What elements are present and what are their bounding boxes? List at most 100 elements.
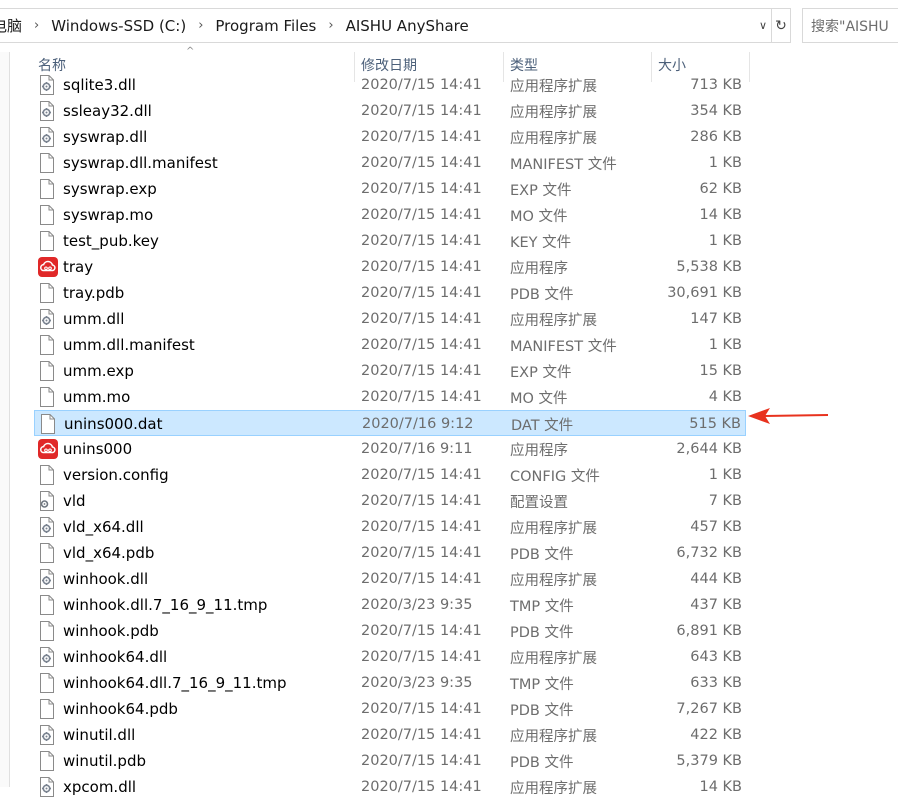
table-row[interactable]: vld_x64.dll 2020/7/15 14:41 应用程序扩展 457 KB — [34, 514, 746, 540]
file-date: 2020/7/15 14:41 — [361, 129, 482, 145]
table-row[interactable]: ssleay32.dll 2020/7/15 14:41 应用程序扩展 354 KB — [34, 98, 746, 124]
file-type: 应用程序扩展 — [510, 104, 597, 121]
table-row[interactable]: syswrap.mo 2020/7/15 14:41 MO 文件 14 KB — [34, 202, 746, 228]
file-type: PDB 文件 — [510, 702, 574, 719]
table-row[interactable]: umm.exp 2020/7/15 14:41 EXP 文件 15 KB — [34, 358, 746, 384]
file-name-cell[interactable]: test_pub.key — [38, 228, 159, 254]
table-row-selected[interactable]: unins000.dat 2020/7/16 9:12 DAT 文件 515 KB — [34, 410, 746, 436]
file-type: EXP 文件 — [510, 364, 572, 381]
file-type: 应用程序扩展 — [510, 520, 597, 537]
address-bar[interactable]: 电脑 › Windows-SSD (C:) › Program Files › … — [0, 8, 791, 43]
file-name-cell[interactable]: vld — [38, 488, 86, 514]
file-date: 2020/7/15 14:41 — [361, 337, 482, 353]
refresh-icon[interactable]: ↻ — [771, 9, 790, 42]
column-divider[interactable] — [749, 52, 750, 82]
file-name-cell[interactable]: winhook.dll.7_16_9_11.tmp — [38, 592, 267, 618]
file-date: 2020/7/15 14:41 — [361, 77, 482, 93]
file-name-cell[interactable]: umm.exp — [38, 358, 134, 384]
table-row[interactable]: tray 2020/7/15 14:41 应用程序 5,538 KB — [34, 254, 746, 280]
file-type: TMP 文件 — [510, 598, 574, 615]
file-name-cell[interactable]: winhook64.dll — [38, 644, 167, 670]
table-row[interactable]: vld_x64.pdb 2020/7/15 14:41 PDB 文件 6,732 KB — [34, 540, 746, 566]
file-name-cell[interactable]: xpcom.dll — [38, 774, 136, 800]
table-row[interactable]: version.config 2020/7/15 14:41 CONFIG 文件 1 … — [34, 462, 746, 488]
file-size: 643 KB — [690, 649, 742, 665]
table-row[interactable]: winhook64.pdb 2020/7/15 14:41 PDB 文件 7,267 … — [34, 696, 746, 722]
table-row[interactable]: winhook64.dll 2020/7/15 14:41 应用程序扩展 643 KB — [34, 644, 746, 670]
file-type: 应用程序扩展 — [510, 650, 597, 667]
file-name-cell[interactable]: ssleay32.dll — [38, 98, 152, 124]
file-date: 2020/7/16 9:11 — [361, 441, 473, 457]
file-type: 应用程序扩展 — [510, 780, 597, 797]
file-name-cell[interactable]: winutil.dll — [38, 722, 135, 748]
file-size: 14 KB — [699, 207, 742, 223]
file-name-cell[interactable]: version.config — [38, 462, 169, 488]
file-name-cell[interactable]: syswrap.dll.manifest — [38, 150, 218, 176]
file-name-cell[interactable]: tray — [38, 254, 93, 280]
file-name: winutil.pdb — [63, 752, 146, 770]
file-name-cell[interactable]: syswrap.exp — [38, 176, 157, 202]
file-name-cell[interactable]: winhook.pdb — [38, 618, 159, 644]
file-name-cell[interactable]: sqlite3.dll — [38, 72, 136, 98]
file-name-cell[interactable]: syswrap.dll — [38, 124, 147, 150]
table-row[interactable]: umm.mo 2020/7/15 14:41 MO 文件 4 KB — [34, 384, 746, 410]
table-row[interactable]: tray.pdb 2020/7/15 14:41 PDB 文件 30,691 KB — [34, 280, 746, 306]
table-row[interactable]: winutil.dll 2020/7/15 14:41 应用程序扩展 422 KB — [34, 722, 746, 748]
table-row[interactable]: winhook.pdb 2020/7/15 14:41 PDB 文件 6,891 KB — [34, 618, 746, 644]
file-name-cell[interactable]: unins000 — [38, 436, 132, 462]
breadcrumb-program-files[interactable]: Program Files — [213, 17, 318, 35]
table-row[interactable]: syswrap.dll 2020/7/15 14:41 应用程序扩展 286 KB — [34, 124, 746, 150]
file-date: 2020/7/15 14:41 — [361, 571, 482, 587]
file-type: PDB 文件 — [510, 286, 574, 303]
file-icon — [38, 751, 55, 771]
file-name-cell[interactable]: unins000.dat — [39, 411, 163, 437]
file-name: winhook.pdb — [63, 622, 159, 640]
file-size: 7,267 KB — [676, 701, 742, 717]
file-date: 2020/7/15 14:41 — [361, 623, 482, 639]
file-size: 7 KB — [708, 493, 742, 509]
table-row[interactable]: winutil.pdb 2020/7/15 14:41 PDB 文件 5,379 KB — [34, 748, 746, 774]
file-type: MO 文件 — [510, 208, 568, 225]
table-row[interactable]: syswrap.exp 2020/7/15 14:41 EXP 文件 62 KB — [34, 176, 746, 202]
file-name: syswrap.exp — [63, 180, 157, 198]
file-name-cell[interactable]: umm.mo — [38, 384, 130, 410]
table-row[interactable]: unins000 2020/7/16 9:11 应用程序 2,644 KB — [34, 436, 746, 462]
file-date: 2020/7/15 14:41 — [361, 285, 482, 301]
file-date: 2020/7/15 14:41 — [361, 155, 482, 171]
table-row[interactable]: winhook64.dll.7_16_9_11.tmp 2020/3/23 9:3… — [34, 670, 746, 696]
breadcrumb-this-pc[interactable]: 电脑 — [0, 15, 24, 36]
file-size: 2,644 KB — [676, 441, 742, 457]
file-name-cell[interactable]: vld_x64.pdb — [38, 540, 154, 566]
search-input[interactable]: 搜索"AISHU — [802, 8, 898, 43]
table-row[interactable]: syswrap.dll.manifest 2020/7/15 14:41 MANIF… — [34, 150, 746, 176]
table-row[interactable]: winhook.dll.7_16_9_11.tmp 2020/3/23 9:35 T… — [34, 592, 746, 618]
file-name-cell[interactable]: winhook64.dll.7_16_9_11.tmp — [38, 670, 287, 696]
file-name-cell[interactable]: vld_x64.dll — [38, 514, 144, 540]
file-name-cell[interactable]: winutil.pdb — [38, 748, 146, 774]
file-size: 62 KB — [699, 181, 742, 197]
dll-icon — [38, 569, 55, 589]
file-name-cell[interactable]: syswrap.mo — [38, 202, 153, 228]
table-row[interactable]: umm.dll.manifest 2020/7/15 14:41 MANIFEST … — [34, 332, 746, 358]
table-row[interactable]: winhook.dll 2020/7/15 14:41 应用程序扩展 444 KB — [34, 566, 746, 592]
file-name-cell[interactable]: winhook64.pdb — [38, 696, 178, 722]
breadcrumb-drive[interactable]: Windows-SSD (C:) — [49, 17, 188, 35]
file-name-cell[interactable]: tray.pdb — [38, 280, 124, 306]
file-size: 1 KB — [708, 467, 742, 483]
file-size: 1 KB — [708, 337, 742, 353]
file-name: winhook64.dll.7_16_9_11.tmp — [63, 674, 287, 692]
table-row[interactable]: umm.dll 2020/7/15 14:41 应用程序扩展 147 KB — [34, 306, 746, 332]
file-name-cell[interactable]: umm.dll — [38, 306, 124, 332]
breadcrumb-anyshare[interactable]: AISHU AnyShare — [344, 17, 471, 35]
table-row[interactable]: xpcom.dll 2020/7/15 14:41 应用程序扩展 14 KB — [34, 774, 746, 800]
table-row[interactable]: sqlite3.dll 2020/7/15 14:41 应用程序扩展 713 KB — [34, 72, 746, 98]
file-name-cell[interactable]: umm.dll.manifest — [38, 332, 195, 358]
chevron-right-icon[interactable]: › — [318, 18, 343, 33]
file-name-cell[interactable]: winhook.dll — [38, 566, 148, 592]
table-row[interactable]: test_pub.key 2020/7/15 14:41 KEY 文件 1 KB — [34, 228, 746, 254]
chevron-down-icon[interactable]: ∨ — [755, 9, 771, 42]
file-size: 4 KB — [708, 389, 742, 405]
table-row[interactable]: vld 2020/7/15 14:41 配置设置 7 KB — [34, 488, 746, 514]
chevron-right-icon[interactable]: › — [24, 18, 49, 33]
chevron-right-icon[interactable]: › — [188, 18, 213, 33]
